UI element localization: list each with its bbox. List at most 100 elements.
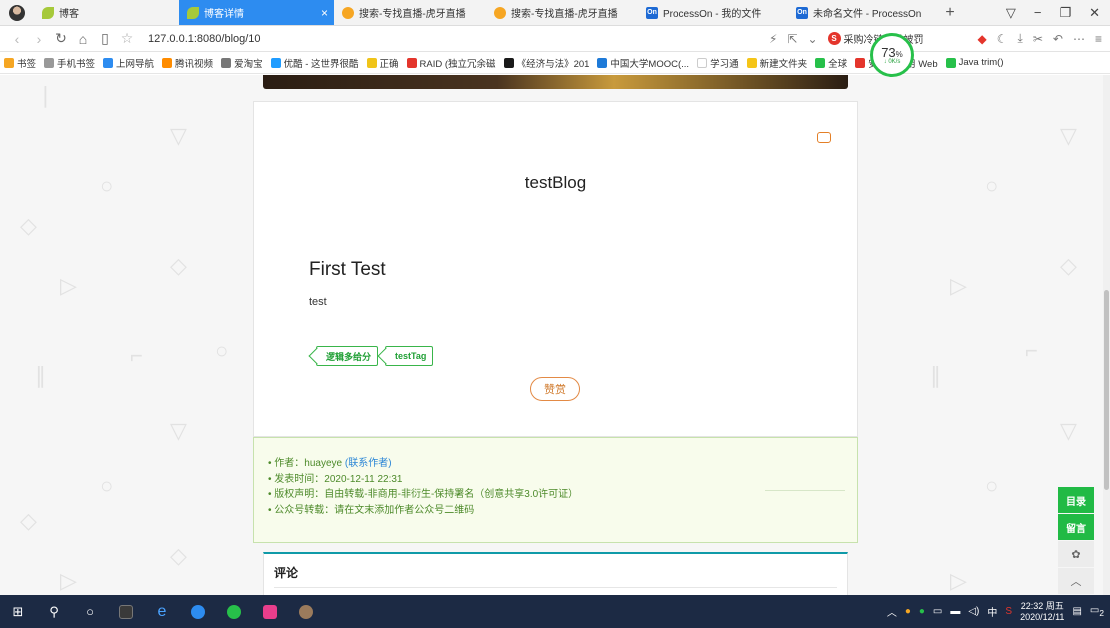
back-icon[interactable]: ‹ [6,31,28,47]
system-clock[interactable]: 22:32 周五 2020/12/11 [1020,601,1064,623]
bookmark-icon [597,57,608,68]
cut-icon[interactable]: ✂ [1033,32,1043,46]
publish-time-line: 发表时间：2020-12-11 22:31 [268,472,857,488]
dropdown-icon[interactable]: ⌄ [807,32,817,46]
tag-item[interactable]: 逻辑多给分 [316,346,379,366]
scrollbar-thumb[interactable] [1104,290,1109,490]
user-app-icon[interactable] [288,595,324,628]
network-speed-indicator[interactable]: 73% ↓ 0K/s [870,33,914,77]
tab-blog[interactable]: 博客 [34,0,179,25]
bookmark-item[interactable]: Java trim() [945,57,1004,68]
bookmarks-bar: 书签 手机书签 上网导航 腾讯视频 爱淘宝 优酷 - 这世界很酷 正确 RAID (独立冗余磁… [0,52,1110,74]
wechat-icon[interactable]: ✿ [1058,541,1094,567]
bookmark-item[interactable]: RAID (独立冗余磁 [406,56,496,70]
home-icon[interactable]: ⌂ [72,31,94,47]
network-icon[interactable]: ▭ [933,606,942,617]
bookmark-icon [4,57,14,68]
notification-center-icon[interactable]: ▭2 [1090,605,1104,618]
bookmark-icon [162,57,173,68]
notes-icon[interactable]: ▤ [1072,606,1081,617]
bookmark-item[interactable]: 《经济与法》201 [503,56,589,70]
windows-taskbar: ⊞ ⚲ ○ e ︿ ● ● ▭ ▬ ◁) 中 S 22:32 周五 2020/1… [0,595,1110,628]
bookmark-item[interactable]: 手机书签 [44,56,95,70]
share-icon[interactable]: ⇱ [787,32,797,46]
undo-icon[interactable]: ↶ [1053,32,1063,46]
sogou-icon: S [827,32,841,45]
bookmark-label: 中国大学MOOC(... [610,58,690,70]
tab-blog-detail[interactable]: 博客详情 × [179,0,334,25]
close-tab-icon[interactable]: × [321,6,328,20]
close-window-icon[interactable]: ✕ [1089,5,1100,21]
bookmark-item[interactable]: 学习通 [697,56,739,70]
bookmark-item[interactable]: 中国大学MOOC(... [597,56,689,70]
tab-huya-2[interactable]: 搜索-专找直播-虎牙直播 [486,0,638,25]
lightning-icon[interactable]: ⚡ [769,32,777,46]
start-icon[interactable]: ⊞ [0,595,36,628]
vertical-scrollbar[interactable] [1103,75,1110,595]
restore-icon[interactable]: ❐ [1059,5,1071,21]
decor-circle: ○ [100,473,114,498]
download-icon[interactable]: ⤓ [1018,31,1023,46]
back-to-top-icon[interactable]: ︿ [1058,568,1094,594]
app-icon[interactable] [108,595,144,628]
tab-processon-untitled[interactable]: On 未命名文件 - ProcessOn [788,0,930,25]
ime-indicator[interactable]: 中 [987,604,997,619]
user-avatar[interactable] [0,0,34,25]
bookmark-label: 上网导航 [116,58,155,70]
tab-list-icon[interactable]: ▽ [1006,5,1016,21]
search-icon[interactable]: ⚲ [36,595,72,628]
comment-icon[interactable] [817,132,831,143]
url-field[interactable]: 127.0.0.1:8080/blog/10 [148,33,261,45]
tab-processon-files[interactable]: On ProcessOn - 我的文件 [638,0,788,25]
new-tab-button[interactable]: + [930,0,970,25]
toc-button[interactable]: 目录 [1058,487,1094,513]
contact-author-link[interactable]: (联系作者) [345,458,392,469]
decor-circle: ○ [985,173,999,198]
battery-icon[interactable]: ▬ [950,606,960,617]
minimize-icon[interactable]: − [1034,5,1042,20]
bookmark-icon [270,57,281,68]
task-view-icon[interactable]: ○ [72,595,108,628]
leaf-icon [42,6,54,19]
game-icon[interactable]: ◆ [978,32,987,46]
bookmark-item[interactable]: 优酷 - 这世界很酷 [270,56,359,70]
bookmark-item[interactable]: 全球 [815,56,847,70]
bookmark-item[interactable]: 腾讯视频 [162,56,213,70]
edge-icon[interactable]: e [144,595,180,628]
reload-icon[interactable]: ↻ [50,30,72,47]
browser-360-icon[interactable] [216,595,252,628]
qq-browser-icon[interactable] [180,595,216,628]
star-icon[interactable]: ☆ [116,30,138,47]
message-button[interactable]: 留言 [1058,514,1094,540]
tab-huya-1[interactable]: 搜索-专找直播-虎牙直播 [334,0,486,25]
comments-title: 评论 [274,566,299,580]
post-info-panel: 作者：huayeye (联系作者) 发表时间：2020-12-11 22:31 … [253,437,858,543]
tray-app-icon[interactable]: ● [905,606,911,617]
bookmark-item[interactable]: 爱淘宝 [221,56,263,70]
bookmark-icon [44,57,55,68]
decor-diamond: ◇ [1060,253,1077,278]
bookmark-item[interactable]: 正确 [366,56,399,70]
tray-app-icon[interactable]: ● [919,606,925,617]
more-icon[interactable]: ⋯ [1073,32,1085,46]
reward-button[interactable]: 赞赏 [530,377,580,401]
volume-icon[interactable]: ◁) [968,606,979,617]
bookmark-icon [503,57,514,68]
decor-diamond: ◇ [20,508,37,533]
night-mode-icon[interactable]: ☾ [997,32,1008,46]
decor-triangle: ▽ [170,123,187,148]
repost-line: 公众号转载：请在文末添加作者公众号二维码 [268,503,857,519]
reader-icon[interactable]: ▯ [94,30,116,47]
decor-triangle: ▷ [60,273,77,298]
processon-icon: On [796,6,808,19]
menu-icon[interactable]: ≡ [1095,32,1102,46]
forward-icon[interactable]: › [28,31,50,47]
bookmark-label: 正确 [379,58,399,70]
media-player-icon[interactable] [252,595,288,628]
bookmark-item[interactable]: 新建文件夹 [746,56,807,70]
tag-item[interactable]: testTag [385,346,434,366]
bookmark-item[interactable]: 上网导航 [103,56,154,70]
show-hidden-icons[interactable]: ︿ [887,604,897,619]
bookmark-item[interactable]: 书签 [4,56,36,70]
sogou-tray-icon[interactable]: S [1005,606,1012,617]
